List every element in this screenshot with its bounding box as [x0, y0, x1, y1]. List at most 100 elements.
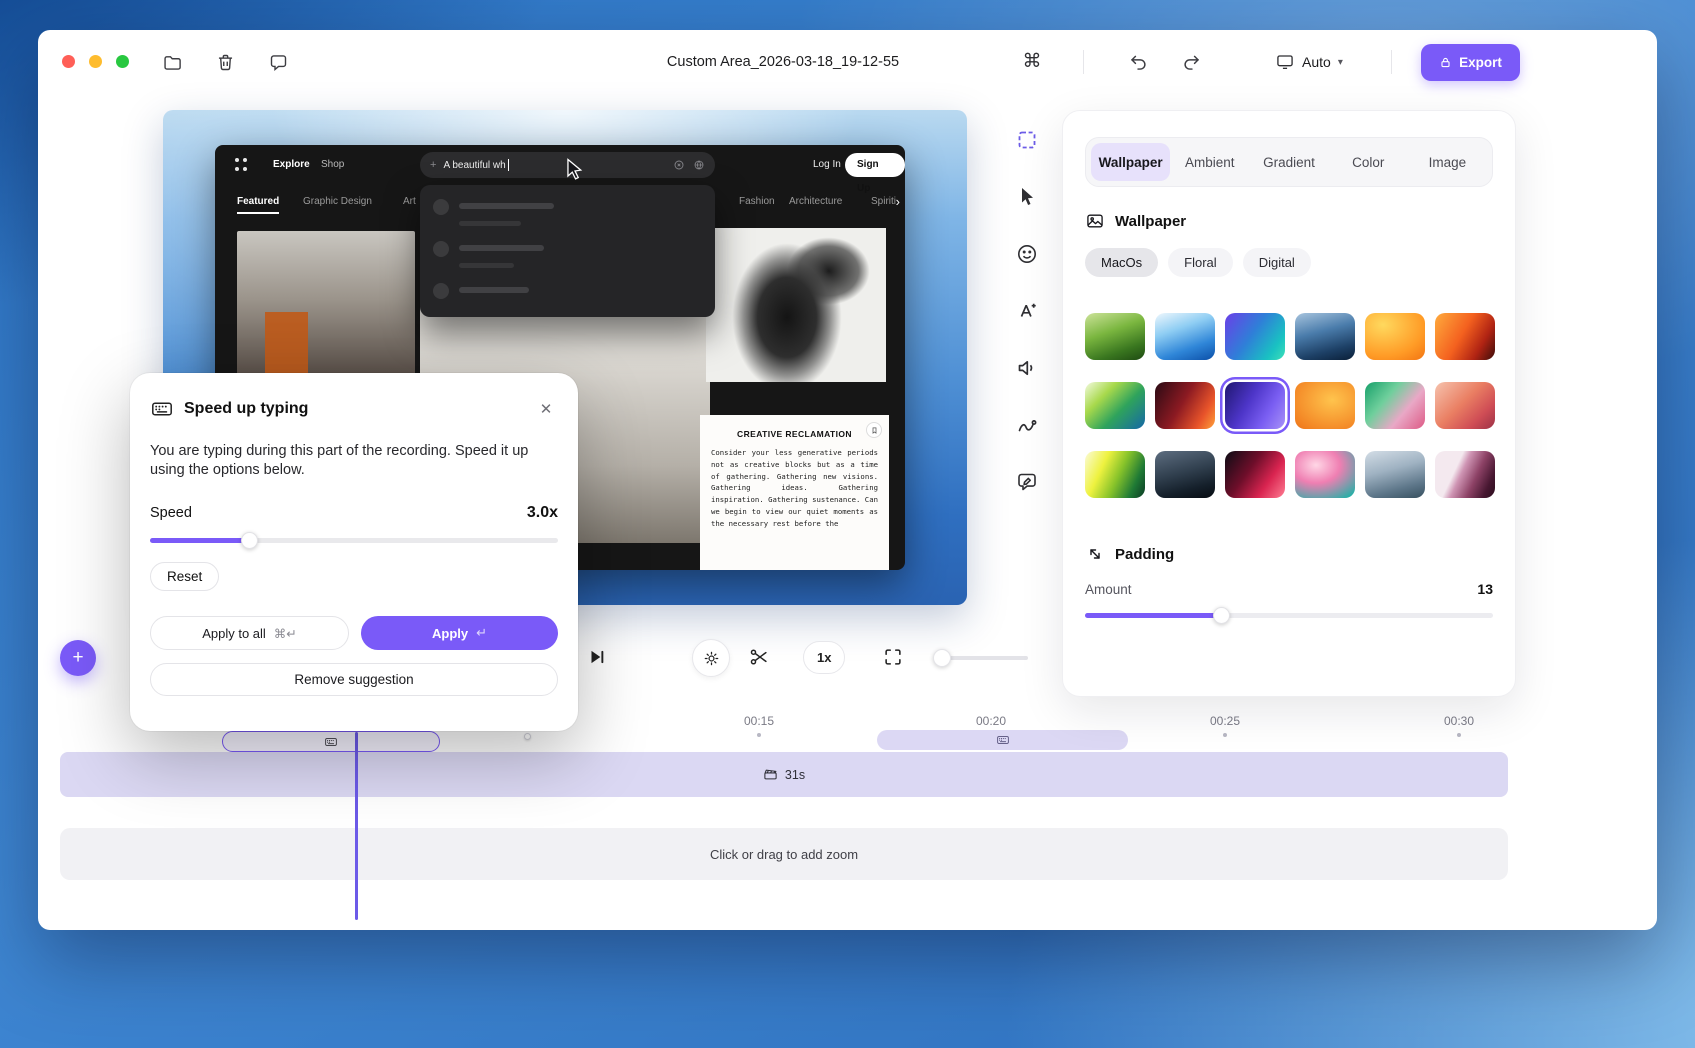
- wallpaper-thumb-orange-swirl[interactable]: [1365, 313, 1425, 360]
- typing-segment-selected[interactable]: [222, 731, 440, 752]
- time-marker-dot: [1457, 733, 1461, 737]
- feedback-button[interactable]: [264, 48, 292, 76]
- article-card-body: Consider your less generative periods no…: [711, 447, 878, 530]
- wallpaper-thumb-night-mountain[interactable]: [1155, 451, 1215, 498]
- skeleton-avatar: [433, 283, 449, 299]
- time-marker: 00:25: [1210, 714, 1240, 728]
- wallpaper-thumb-mauve-facets[interactable]: [1435, 451, 1495, 498]
- app-window: Custom Area_2026-03-18_19-12-55 ⌘ Auto ▾…: [38, 30, 1657, 930]
- select-area-tool[interactable]: [1015, 128, 1039, 152]
- remove-suggestion-button[interactable]: Remove suggestion: [150, 663, 558, 696]
- wallpaper-thumb-purple-wave[interactable]: [1225, 382, 1285, 429]
- site-image-dancer: [706, 228, 886, 382]
- background-settings-panel: Wallpaper Ambient Gradient Color Image W…: [1062, 110, 1516, 697]
- apply-to-all-button[interactable]: Apply to all ⌘↵: [150, 616, 349, 650]
- wallpaper-thumb-lime-abstract[interactable]: [1085, 451, 1145, 498]
- undo-button[interactable]: [1124, 48, 1152, 76]
- tool-strip: [1015, 128, 1039, 494]
- display-icon: [1275, 52, 1295, 72]
- chip-floral[interactable]: Floral: [1168, 248, 1233, 277]
- wallpaper-thumb-misty-blue[interactable]: [1365, 451, 1425, 498]
- tab-gradient[interactable]: Gradient: [1249, 143, 1328, 181]
- skeleton-bar: [459, 203, 554, 209]
- redo-button[interactable]: [1177, 48, 1205, 76]
- timeline-clip-track[interactable]: 31s: [60, 752, 1508, 797]
- clip-duration-label: 31s: [785, 768, 805, 782]
- wallpaper-thumb-green-hills[interactable]: [1085, 313, 1145, 360]
- site-nav-shop: Shop: [321, 159, 344, 170]
- clear-search-icon: [673, 159, 685, 171]
- reaction-tool[interactable]: [1015, 242, 1039, 266]
- cut-clip-button[interactable]: [748, 646, 772, 670]
- skeleton-bar: [459, 245, 544, 251]
- keyframe-dot[interactable]: [524, 733, 531, 740]
- wallpaper-thumb-crimson-wave[interactable]: [1225, 451, 1285, 498]
- wallpaper-thumb-coral-pink[interactable]: [1435, 382, 1495, 429]
- cursor-tool[interactable]: [1015, 185, 1039, 209]
- tab-wallpaper[interactable]: Wallpaper: [1091, 143, 1170, 181]
- export-button[interactable]: Export: [1421, 44, 1520, 81]
- amount-label: Amount: [1085, 582, 1132, 597]
- comment-edit-icon: [1015, 470, 1039, 494]
- settings-button[interactable]: [692, 639, 730, 677]
- category-graphic-design: Graphic Design: [303, 196, 372, 207]
- wallpaper-thumb-blue-mountain[interactable]: [1295, 313, 1355, 360]
- mouse-cursor: [562, 156, 588, 182]
- toolbar-divider: [1083, 50, 1084, 74]
- draw-tool[interactable]: [1015, 413, 1039, 437]
- wallpaper-thumb-rainbow-green-wave[interactable]: [1085, 382, 1145, 429]
- wallpaper-thumb-teal-pink-swirl[interactable]: [1295, 451, 1355, 498]
- audio-tool[interactable]: [1015, 356, 1039, 380]
- tab-image[interactable]: Image: [1408, 143, 1487, 181]
- volume-slider-knob[interactable]: [933, 649, 951, 667]
- export-label: Export: [1459, 55, 1502, 70]
- site-navbar: Explore Shop + A beautiful wh Log In Sig…: [215, 145, 905, 185]
- chip-macos[interactable]: MacOs: [1085, 248, 1158, 277]
- time-marker-dot: [757, 733, 761, 737]
- fullscreen-button[interactable]: [882, 646, 906, 670]
- reset-button[interactable]: Reset: [150, 562, 219, 591]
- apply-shortcut: ↵: [476, 625, 487, 641]
- timeline-zoom-track[interactable]: Click or drag to add zoom: [60, 828, 1508, 880]
- tab-color[interactable]: Color: [1329, 143, 1408, 181]
- chevron-down-icon: ▾: [1338, 57, 1343, 68]
- text-tool[interactable]: [1015, 299, 1039, 323]
- wallpaper-thumb-green-pink-gradient[interactable]: [1365, 382, 1425, 429]
- speed-up-typing-dialog: Speed up typing ✕ You are typing during …: [130, 373, 578, 731]
- apply-label: Apply: [432, 626, 468, 641]
- undo-icon: [1128, 52, 1149, 73]
- clapperboard-icon: [763, 767, 778, 782]
- delete-project-button[interactable]: [211, 48, 239, 76]
- tab-ambient[interactable]: Ambient: [1170, 143, 1249, 181]
- skeleton-bar: [459, 287, 529, 293]
- apply-button[interactable]: Apply ↵: [361, 616, 558, 650]
- background-tabs: Wallpaper Ambient Gradient Color Image: [1085, 137, 1493, 187]
- traffic-close-button[interactable]: [62, 55, 75, 68]
- wallpaper-thumb-teal-purple-wave[interactable]: [1225, 313, 1285, 360]
- time-marker: 00:20: [976, 714, 1006, 728]
- chip-digital[interactable]: Digital: [1243, 248, 1311, 277]
- annotation-tool[interactable]: [1015, 470, 1039, 494]
- skip-to-end-button[interactable]: [586, 646, 610, 670]
- traffic-minimize-button[interactable]: [89, 55, 102, 68]
- wallpaper-thumb-blue-wave[interactable]: [1155, 313, 1215, 360]
- keyboard-icon: [150, 397, 174, 421]
- padding-amount-slider[interactable]: [1085, 613, 1493, 618]
- close-dialog-button[interactable]: ✕: [534, 397, 558, 421]
- command-shortcuts-button[interactable]: ⌘: [1020, 50, 1044, 73]
- playback-speed-button[interactable]: 1x: [803, 641, 845, 674]
- wallpaper-thumb-red-orange-flow[interactable]: [1435, 313, 1495, 360]
- apply-to-all-shortcut: ⌘↵: [274, 626, 297, 641]
- volume-slider[interactable]: [935, 656, 1028, 660]
- timeline-playhead[interactable]: [355, 732, 358, 920]
- padding-slider-knob[interactable]: [1213, 607, 1230, 624]
- open-project-button[interactable]: [158, 48, 186, 76]
- wallpaper-thumb-amber-swirl[interactable]: [1295, 382, 1355, 429]
- typing-segment[interactable]: [877, 730, 1128, 750]
- dialog-description: You are typing during this part of the r…: [150, 442, 558, 480]
- wallpaper-thumb-dark-red-wave[interactable]: [1155, 382, 1215, 429]
- speed-slider[interactable]: [150, 538, 558, 543]
- preset-auto-dropdown[interactable]: Auto ▾: [1275, 46, 1343, 78]
- add-button[interactable]: +: [60, 640, 96, 676]
- traffic-zoom-button[interactable]: [116, 55, 129, 68]
